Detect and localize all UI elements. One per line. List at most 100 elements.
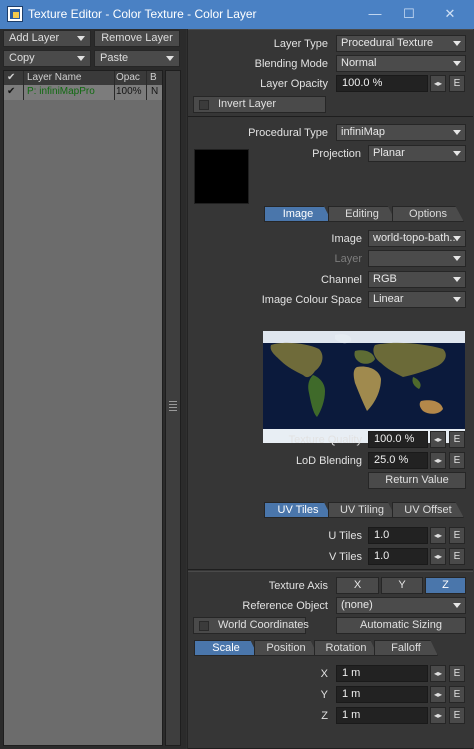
layer-blend: N	[151, 86, 159, 97]
tab-falloff[interactable]: Falloff	[374, 640, 438, 656]
chevron-down-icon	[453, 151, 461, 156]
texture-editor-app-icon[interactable]	[7, 6, 23, 22]
world-coordinates-toggle[interactable]: World Coordinates	[193, 617, 309, 634]
layer-opacity-label: Layer Opacity	[260, 78, 328, 90]
paste-dropdown[interactable]: Paste	[94, 50, 180, 67]
envelope-button[interactable]: E	[449, 686, 465, 703]
reference-object-dropdown[interactable]: (none)	[336, 597, 466, 614]
envelope-button[interactable]: E	[449, 431, 465, 448]
maximize-button[interactable]: ☐	[392, 4, 426, 24]
tab-options[interactable]: Options	[392, 206, 464, 222]
tab-uv-offset[interactable]: UV Offset	[392, 502, 464, 518]
reference-object-label: Reference Object	[242, 600, 328, 612]
reference-object-value: (none)	[341, 599, 373, 611]
layer-type-label: Layer Type	[273, 38, 328, 50]
mapping-section: Texture Axis X Y Z Reference Object (non…	[188, 571, 473, 749]
layer-dropdown[interactable]	[368, 250, 466, 267]
panel-splitter[interactable]	[165, 70, 181, 746]
world-map-image	[263, 331, 465, 443]
texture-quality-field[interactable]: 100.0 %	[368, 431, 428, 448]
channel-value: RGB	[373, 273, 397, 285]
layer-opacity-field[interactable]: 100.0 %	[336, 75, 428, 92]
scale-y-field[interactable]: 1 m	[336, 686, 428, 703]
opacity-column[interactable]: Opac	[116, 72, 140, 83]
tab-uv-tiling[interactable]: UV Tiling	[328, 502, 396, 518]
slider-arrows-icon[interactable]: ◂▸	[430, 665, 446, 682]
splitter-grip	[169, 401, 177, 402]
invert-layer-toggle[interactable]: Invert Layer	[193, 96, 326, 113]
slider-arrows-icon[interactable]: ◂▸	[430, 548, 446, 565]
scale-x-field[interactable]: 1 m	[336, 665, 428, 682]
layer-name-column[interactable]: Layer Name	[27, 72, 81, 83]
title-bar: Texture Editor - Color Texture - Color L…	[0, 0, 474, 29]
procedural-type-dropdown[interactable]: infiniMap	[336, 124, 466, 141]
envelope-button[interactable]: E	[449, 75, 465, 92]
layer-type-dropdown[interactable]: Procedural Texture	[336, 35, 466, 52]
layer-opacity: 100%	[116, 86, 142, 97]
lod-blending-field[interactable]: 25.0 %	[368, 452, 428, 469]
image-dropdown[interactable]: world-topo-bath...	[368, 230, 466, 247]
world-coordinates-label: World Coordinates	[218, 619, 309, 631]
chevron-down-icon	[77, 36, 85, 41]
image-colour-space-dropdown[interactable]: Linear	[368, 291, 466, 308]
minimize-button[interactable]: —	[358, 4, 392, 24]
splitter-grip	[169, 410, 177, 411]
tab-position[interactable]: Position	[254, 640, 318, 656]
u-tiles-field[interactable]: 1.0	[368, 527, 428, 544]
return-value-button[interactable]: Return Value	[368, 472, 466, 489]
envelope-button[interactable]: E	[449, 665, 465, 682]
blending-mode-label: Blending Mode	[254, 58, 328, 70]
texture-settings-panel: Layer Type Procedural Texture Blending M…	[187, 29, 474, 749]
layer-panel: Add Layer Remove Layer Copy Paste ✔ Laye…	[0, 29, 186, 749]
envelope-button[interactable]: E	[449, 707, 465, 724]
layer-enabled-check[interactable]: ✔	[7, 86, 15, 97]
layer-settings-section: Layer Type Procedural Texture Blending M…	[188, 29, 473, 117]
chevron-down-icon	[453, 256, 461, 261]
slider-arrows-icon[interactable]: ◂▸	[430, 452, 446, 469]
close-button[interactable]: ✕	[433, 4, 467, 24]
column-divider	[114, 71, 115, 100]
automatic-sizing-button[interactable]: Automatic Sizing	[336, 617, 466, 634]
v-tiles-label: V Tiles	[328, 551, 362, 563]
slider-arrows-icon[interactable]: ◂▸	[430, 707, 446, 724]
envelope-button[interactable]: E	[449, 548, 465, 565]
slider-arrows-icon[interactable]: ◂▸	[430, 527, 446, 544]
channel-dropdown[interactable]: RGB	[368, 271, 466, 288]
tab-uv-tiles[interactable]: UV Tiles	[264, 502, 332, 518]
column-divider	[23, 71, 24, 100]
slider-arrows-icon[interactable]: ◂▸	[430, 75, 446, 92]
copy-dropdown[interactable]: Copy	[3, 50, 91, 67]
envelope-button[interactable]: E	[449, 452, 465, 469]
axis-z-button[interactable]: Z	[425, 577, 466, 594]
splitter-grip	[169, 404, 177, 405]
layer-list[interactable]: ✔ Layer Name Opac B ✔ P: infiniMapPro 10…	[3, 70, 163, 746]
chevron-down-icon	[453, 41, 461, 46]
tab-image[interactable]: Image	[264, 206, 332, 222]
chevron-down-icon	[166, 56, 174, 61]
x-label: X	[320, 668, 328, 680]
tab-editing[interactable]: Editing	[328, 206, 396, 222]
tab-scale[interactable]: Scale	[194, 640, 258, 656]
texture-preview-swatch[interactable]	[194, 149, 249, 204]
image-colour-space-value: Linear	[373, 293, 404, 305]
blend-column[interactable]: B	[150, 72, 157, 83]
slider-arrows-icon[interactable]: ◂▸	[430, 431, 446, 448]
chevron-down-icon	[453, 297, 461, 302]
layer-row[interactable]: ✔ P: infiniMapPro 100% N	[4, 85, 162, 100]
channel-label: Channel	[321, 274, 362, 286]
invert-layer-label: Invert Layer	[218, 98, 277, 110]
remove-layer-button[interactable]: Remove Layer	[94, 30, 180, 47]
blending-mode-dropdown[interactable]: Normal	[336, 55, 466, 72]
scale-z-field[interactable]: 1 m	[336, 707, 428, 724]
envelope-button[interactable]: E	[449, 527, 465, 544]
axis-x-button[interactable]: X	[336, 577, 379, 594]
image-label: Image	[331, 233, 362, 245]
axis-y-button[interactable]: Y	[381, 577, 423, 594]
chevron-down-icon	[453, 61, 461, 66]
slider-arrows-icon[interactable]: ◂▸	[430, 686, 446, 703]
projection-dropdown[interactable]: Planar	[368, 145, 466, 162]
projection-value: Planar	[373, 147, 405, 159]
tab-rotation[interactable]: Rotation	[314, 640, 378, 656]
add-layer-dropdown[interactable]: Add Layer	[3, 30, 91, 47]
v-tiles-field[interactable]: 1.0	[368, 548, 428, 565]
